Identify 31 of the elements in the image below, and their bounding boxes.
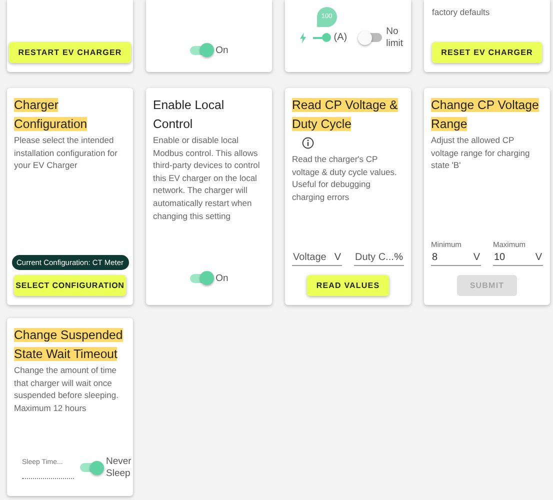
unit-label: (A) [334, 32, 348, 43]
slider-thumb[interactable] [322, 33, 332, 42]
unit-label: V [535, 252, 542, 262]
card-description: factory defaults [432, 6, 491, 19]
toggle-switch[interactable] [360, 33, 382, 42]
card-title: Read CP Voltage & Duty Cycle [292, 97, 399, 133]
unit-label: V [473, 252, 480, 262]
restart-button[interactable]: RESTART EV CHARGER [9, 42, 131, 63]
card-description: Adjust the allowed CP voltage range for charging state 'B' [431, 134, 531, 172]
unit-label: V [334, 252, 341, 262]
reset-button[interactable]: RESET EV CHARGER [432, 42, 542, 63]
toggle-label: On [216, 272, 228, 284]
select-configuration-button[interactable]: SELECT CONFIGURATION [14, 275, 126, 296]
card-title: Change CP Voltage Range [431, 97, 540, 133]
toggle-switch[interactable] [190, 46, 212, 55]
input-field[interactable]: Voltage [293, 251, 334, 263]
toggle-label: No limit [386, 26, 403, 49]
toggle-switch[interactable] [80, 463, 102, 472]
info-icon[interactable] [302, 137, 314, 149]
card-title: Enable Local Control [153, 97, 226, 133]
card-description: Change the amount of time that charger will wait once suspended before sleeping. Maximum 12 hours [14, 364, 120, 414]
toggle-switch[interactable] [190, 274, 212, 283]
toggle-label: On [216, 44, 228, 56]
unit-label: % [394, 252, 403, 262]
card-description: Please select the intended installation configuration for your EV Charger [14, 134, 118, 172]
toggle-label: Never Sleep [106, 456, 132, 479]
read-values-button[interactable]: READ VALUES [307, 275, 389, 296]
card-description: Enable or disable local Modbus control. This allows third-party devices to control this EV charger on the local network. The charger will automatically restart when changing this setting [153, 134, 261, 222]
lightning-icon [300, 30, 306, 44]
input-field[interactable]: Duty C... [355, 251, 394, 263]
card-description: Read the charger's CP voltage & duty cycle values. Useful for debugging charging errors [292, 153, 398, 204]
